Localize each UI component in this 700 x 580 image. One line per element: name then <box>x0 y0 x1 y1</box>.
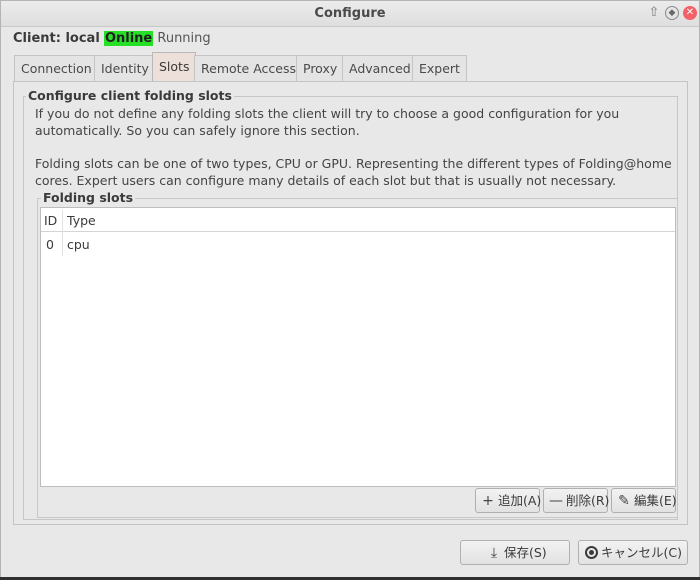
pencil-icon: ✎ <box>618 493 630 509</box>
cancel-label: キャンセル(C) <box>601 545 682 560</box>
save-label: 保存(S) <box>504 545 547 560</box>
intro-paragraph: If you do not define any folding slots t… <box>35 106 620 138</box>
edit-label: 編集(E) <box>634 493 677 508</box>
column-divider <box>62 210 63 256</box>
plus-icon: + <box>482 493 494 509</box>
slot-id-cell: 0 <box>46 237 54 252</box>
record-icon <box>585 546 598 559</box>
remove-slot-button[interactable]: — 削除(R) <box>543 488 610 513</box>
folding-slots-title: Folding slots <box>41 190 136 205</box>
section-title: Configure client folding slots <box>26 88 234 103</box>
save-button[interactable]: ⤓ 保存(S) <box>460 540 570 565</box>
window-title: Configure <box>314 6 386 21</box>
column-header-type[interactable]: Type <box>67 213 96 228</box>
maximize-icon[interactable]: ◆ <box>665 6 679 20</box>
close-icon[interactable]: ✕ <box>683 6 697 20</box>
slots-table[interactable]: ID Type 0 cpu <box>40 207 676 487</box>
edit-slot-button[interactable]: ✎ 編集(E) <box>611 488 677 513</box>
tab-slots[interactable]: Slots <box>152 52 197 82</box>
cancel-button[interactable]: キャンセル(C) <box>578 540 688 565</box>
table-header: ID Type <box>41 208 675 232</box>
tab-proxy[interactable]: Proxy <box>296 55 345 81</box>
slot-type-cell: cpu <box>67 237 90 252</box>
configure-window: Configure ⇧ ◆ ✕ Client: local Online Run… <box>0 0 700 580</box>
tab-remote-access[interactable]: Remote Access <box>194 55 303 81</box>
client-state: Running <box>157 31 211 46</box>
column-header-id[interactable]: ID <box>44 213 57 228</box>
tab-connection[interactable]: Connection <box>14 55 99 81</box>
slot-types-paragraph: Folding slots can be one of two types, C… <box>35 156 672 188</box>
tab-identity[interactable]: Identity <box>94 55 156 81</box>
remove-label: 削除(R) <box>566 493 610 508</box>
title-bar: Configure ⇧ ◆ ✕ <box>1 1 699 27</box>
client-status-line: Client: local Online Running <box>13 31 211 46</box>
minus-icon: — <box>549 493 563 509</box>
tab-advanced[interactable]: Advanced <box>342 55 418 81</box>
client-label: Client: local <box>13 31 100 46</box>
keep-above-icon[interactable]: ⇧ <box>647 6 661 20</box>
status-badge: Online <box>103 31 154 46</box>
add-label: 追加(A) <box>498 493 542 508</box>
download-icon: ⤓ <box>490 545 498 561</box>
slots-panel: Configure client folding slots If you do… <box>13 81 688 525</box>
add-slot-button[interactable]: + 追加(A) <box>475 488 542 513</box>
tab-expert[interactable]: Expert <box>412 55 467 81</box>
